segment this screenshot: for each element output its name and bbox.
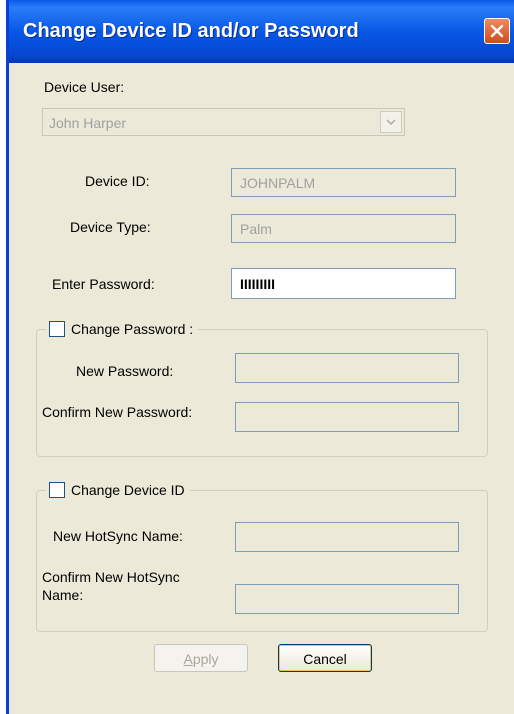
change-device-id-legend[interactable]: Change Device ID: [46, 482, 190, 498]
apply-label: pply: [192, 651, 219, 667]
apply-accelerator: A: [183, 651, 193, 667]
change-device-id-checkbox-label: Change Device ID: [71, 482, 185, 498]
password-input[interactable]: IIIIIIIII: [231, 268, 456, 299]
chevron-down-icon: [386, 119, 396, 126]
title-bar[interactable]: Change Device ID and/or Password: [9, 0, 514, 63]
device-id-field: JOHNPALM: [231, 168, 456, 197]
device-user-value: John Harper: [49, 115, 127, 131]
close-button[interactable]: [484, 18, 510, 44]
apply-button[interactable]: Apply: [154, 644, 248, 672]
device-user-label: Device User:: [44, 79, 125, 95]
confirm-hotsync-input[interactable]: [235, 584, 459, 614]
enter-password-label: Enter Password:: [52, 276, 155, 292]
cancel-button[interactable]: Cancel: [278, 644, 372, 672]
dropdown-button[interactable]: [380, 111, 402, 133]
new-password-label: New Password:: [76, 363, 174, 379]
device-type-label: Device Type:: [70, 219, 151, 235]
confirm-hotsync-label-line1: Confirm New HotSync: [42, 569, 180, 585]
dialog-window: Change Device ID and/or Password Device …: [6, 0, 514, 714]
new-hotsync-label: New HotSync Name:: [53, 528, 183, 544]
new-password-input[interactable]: [235, 353, 459, 383]
confirm-password-input[interactable]: [235, 402, 459, 432]
device-id-label: Device ID:: [85, 173, 150, 189]
change-device-id-checkbox[interactable]: [49, 482, 65, 498]
new-hotsync-input[interactable]: [235, 522, 459, 552]
change-password-checkbox-label: Change Password :: [71, 321, 194, 337]
change-password-legend[interactable]: Change Password :: [46, 321, 199, 337]
device-type-field: Palm: [231, 214, 456, 243]
change-password-group: [36, 329, 488, 457]
change-password-checkbox[interactable]: [49, 321, 65, 337]
confirm-password-label: Confirm New Password:: [42, 404, 193, 420]
confirm-hotsync-label-line2: Name:: [42, 587, 84, 603]
window-title: Change Device ID and/or Password: [23, 20, 359, 42]
device-user-dropdown[interactable]: John Harper: [42, 108, 405, 136]
close-icon: [490, 24, 504, 38]
